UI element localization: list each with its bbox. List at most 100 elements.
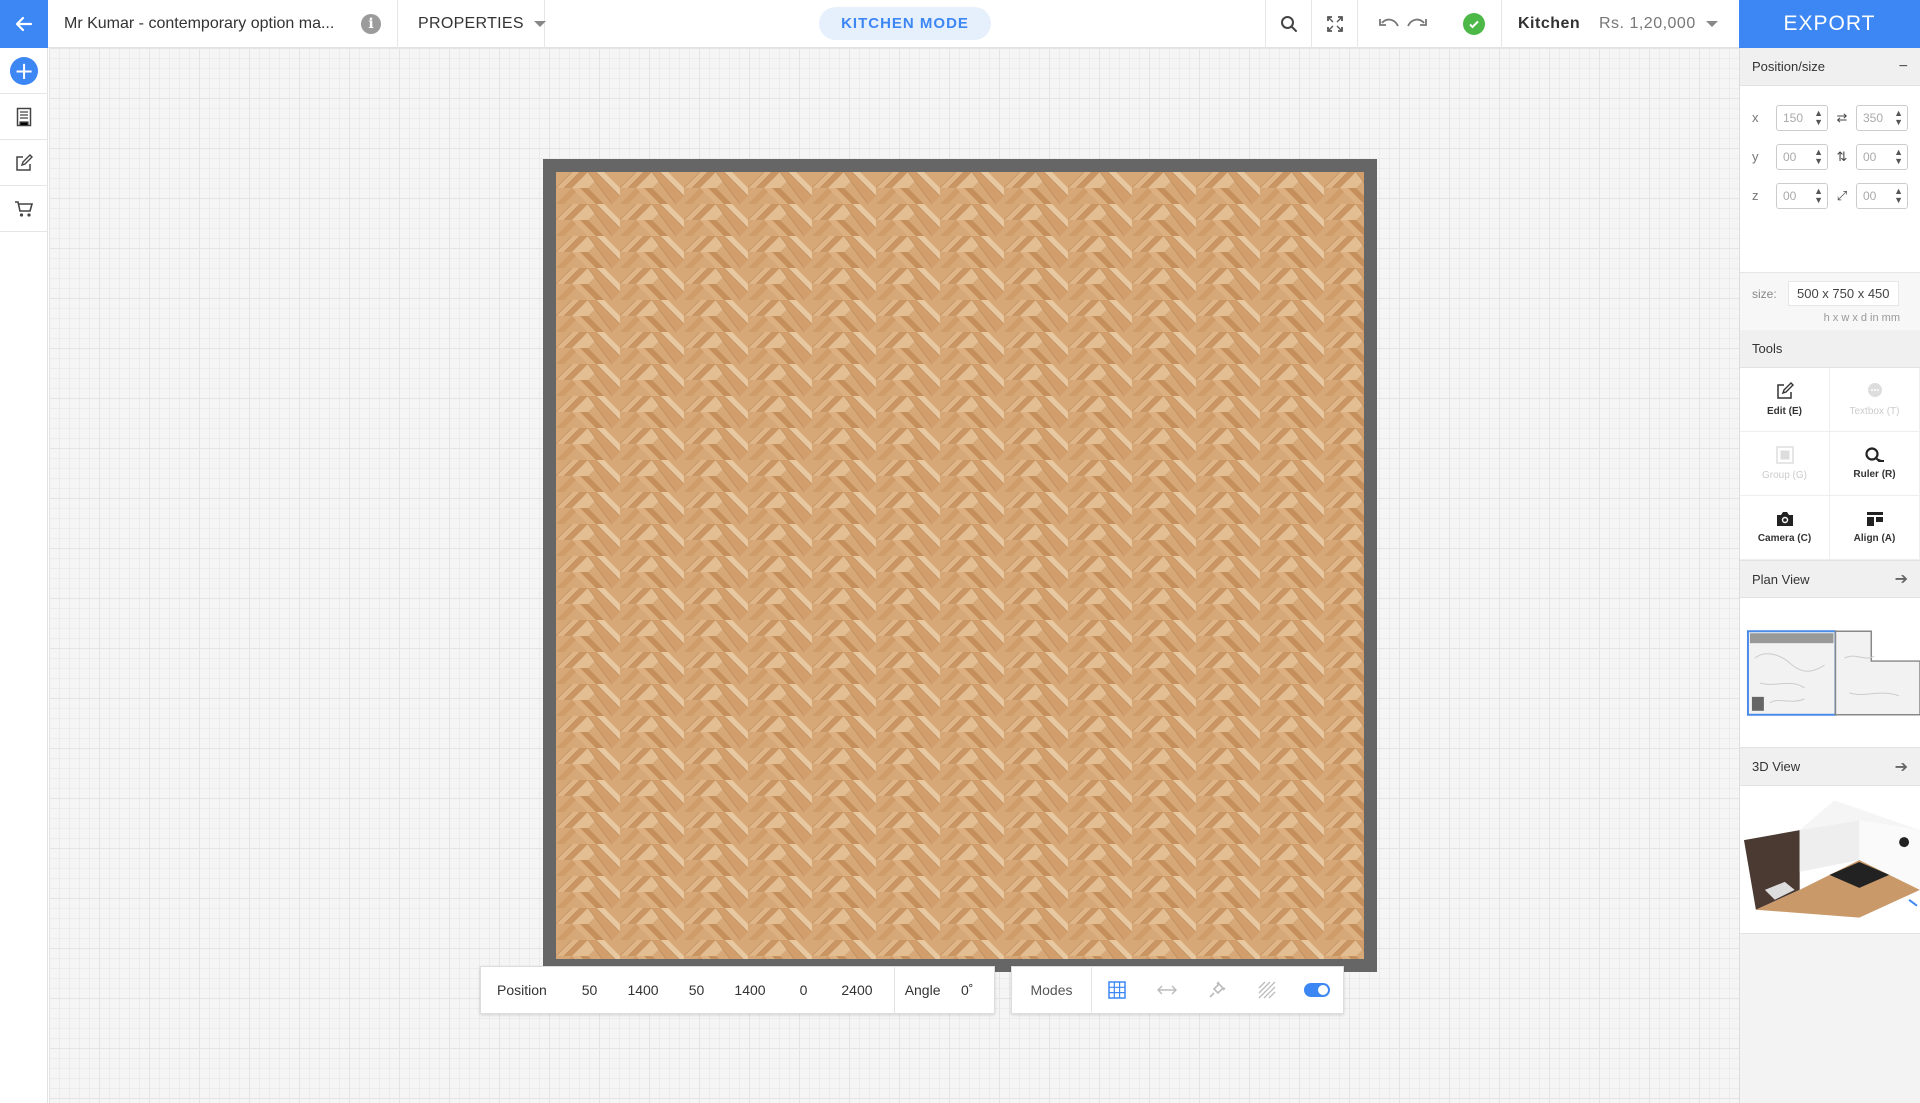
minus-icon[interactable]: −: [1899, 58, 1908, 76]
position-value[interactable]: 2400: [830, 982, 883, 998]
spinner-arrows-icon[interactable]: ▲ ▼: [1894, 108, 1903, 127]
spinner-value: 00: [1863, 188, 1877, 203]
plan-view-title: Plan View: [1752, 571, 1810, 587]
swap-vertical-icon: ⇅: [1836, 148, 1848, 164]
width-input[interactable]: 350 ▲ ▼: [1856, 104, 1908, 131]
position-toolbar: Position 50 1400 50 1400 0 2400 Angle 0˚: [480, 966, 995, 1014]
chevron-down-icon: [1705, 20, 1718, 27]
top-bar: Mr Kumar - contemporary option ma... i P…: [0, 0, 1920, 48]
cart-button[interactable]: [0, 186, 48, 232]
depth-input[interactable]: 00 ▲ ▼: [1856, 182, 1908, 209]
position-row-z: z 00 ▲ ▼ ⤢ 00 ▲ ▼: [1740, 176, 1920, 215]
height-input[interactable]: 00 ▲ ▼: [1856, 143, 1908, 170]
tools-header: Tools: [1740, 330, 1920, 368]
z-input[interactable]: 00 ▲ ▼: [1776, 182, 1828, 209]
size-value[interactable]: 500 x 750 x 450: [1788, 281, 1899, 306]
angle-label: Angle: [904, 982, 941, 998]
plan-view-thumbnail[interactable]: [1740, 598, 1920, 748]
edit-button[interactable]: [0, 140, 48, 186]
right-panel: Position/size − x 150 ▲ ▼ ⇄ 350 ▲ ▼ y 00 ▲ ▼ ⇅…: [1739, 48, 1920, 1103]
design-canvas[interactable]: [49, 48, 1739, 1103]
camera-tool-button[interactable]: Camera (C): [1740, 496, 1830, 560]
project-title[interactable]: Mr Kumar - contemporary option ma...: [64, 15, 361, 33]
edit-tool-button[interactable]: Edit (E): [1740, 368, 1830, 432]
size-panel: size: 500 x 750 x 450 h x w x d in mm: [1740, 272, 1920, 330]
info-icon[interactable]: i: [361, 13, 381, 34]
position-value[interactable]: 1400: [616, 982, 669, 998]
axis-label: z: [1752, 188, 1759, 203]
search-button[interactable]: [1265, 0, 1311, 48]
axis-label: x: [1752, 110, 1759, 125]
fullscreen-button[interactable]: [1311, 0, 1357, 48]
divider: [893, 966, 895, 1014]
dimension-mode-button[interactable]: [1142, 966, 1192, 1014]
position-value[interactable]: 50: [563, 982, 616, 998]
ruler-icon: [1864, 447, 1884, 462]
catalog-icon: [16, 107, 32, 126]
kitchen-mode-button[interactable]: KITCHEN MODE: [819, 7, 991, 40]
toggle-switch-icon: [1304, 983, 1330, 997]
chat-bubble-icon: [1867, 383, 1882, 397]
edit-icon: [1776, 382, 1794, 399]
position-row-x: x 150 ▲ ▼ ⇄ 350 ▲ ▼: [1740, 98, 1920, 137]
grid-mode-button[interactable]: [1092, 966, 1142, 1014]
project-title-area[interactable]: Mr Kumar - contemporary option ma... i: [48, 0, 398, 48]
add-button[interactable]: +: [0, 48, 48, 94]
size-unit: h x w x d in mm: [1823, 312, 1900, 324]
redo-icon[interactable]: [1406, 17, 1428, 31]
axis-label: y: [1752, 149, 1759, 164]
modes-label: Modes: [1012, 966, 1092, 1014]
catalog-button[interactable]: [0, 94, 48, 140]
tool-label: Textbox (T): [1849, 406, 1900, 417]
grid-icon: [1108, 981, 1126, 999]
arrow-right-icon[interactable]: ➔: [1895, 569, 1908, 589]
ruler-tool-button[interactable]: Ruler (R): [1830, 432, 1920, 496]
y-input[interactable]: 00 ▲ ▼: [1776, 143, 1828, 170]
position-row-y: y 00 ▲ ▼ ⇅ 00 ▲ ▼: [1740, 137, 1920, 176]
export-button[interactable]: EXPORT: [1739, 0, 1920, 48]
saved-status: [1447, 0, 1501, 48]
arrow-right-icon[interactable]: ➔: [1895, 757, 1908, 777]
position-size-header[interactable]: Position/size −: [1740, 48, 1920, 86]
fullscreen-icon: [1326, 15, 1343, 32]
plan-view-header[interactable]: Plan View ➔: [1740, 560, 1920, 598]
room-name[interactable]: Kitchen: [1501, 0, 1599, 48]
size-label: size:: [1752, 286, 1777, 301]
snap-mode-button[interactable]: [1192, 966, 1242, 1014]
3d-view-header[interactable]: 3D View ➔: [1740, 748, 1920, 786]
position-size-title: Position/size: [1752, 59, 1825, 74]
hatch-icon: [1258, 981, 1276, 999]
tool-label: Ruler (R): [1853, 469, 1896, 480]
textbox-tool-button[interactable]: Textbox (T): [1830, 368, 1920, 432]
hatch-mode-button[interactable]: [1242, 966, 1292, 1014]
undo-icon[interactable]: [1378, 17, 1400, 31]
position-value[interactable]: 0: [777, 982, 830, 998]
spinner-value: 150: [1783, 110, 1804, 125]
tool-label: Group (G): [1761, 470, 1807, 481]
properties-dropdown[interactable]: PROPERTIES: [398, 0, 546, 48]
back-button[interactable]: [0, 0, 48, 48]
group-icon: [1775, 446, 1794, 464]
price-value: Rs. 1,20,000: [1599, 14, 1696, 32]
search-icon: [1280, 15, 1297, 32]
herringbone-floor[interactable]: [556, 172, 1364, 959]
3d-view-thumbnail[interactable]: [1740, 786, 1920, 934]
spinner-arrows-icon[interactable]: ▲ ▼: [1894, 147, 1903, 166]
angle-value[interactable]: 0˚: [941, 982, 994, 998]
mode-toggle[interactable]: [1292, 966, 1342, 1014]
price-dropdown[interactable]: Rs. 1,20,000: [1599, 0, 1739, 48]
camera-icon: [1776, 512, 1793, 526]
x-input[interactable]: 150 ▲ ▼: [1776, 104, 1828, 131]
spinner-value: 00: [1783, 149, 1797, 164]
modes-toolbar: Modes: [1011, 966, 1344, 1014]
check-circle-icon: [1463, 12, 1485, 35]
spinner-arrows-icon[interactable]: ▲ ▼: [1814, 186, 1823, 205]
align-tool-button[interactable]: Align (A): [1830, 496, 1920, 560]
group-tool-button[interactable]: Group (G): [1740, 432, 1830, 496]
spinner-arrows-icon[interactable]: ▲ ▼: [1814, 108, 1823, 127]
spinner-arrows-icon[interactable]: ▲ ▼: [1814, 147, 1823, 166]
position-value[interactable]: 50: [670, 982, 723, 998]
position-value[interactable]: 1400: [723, 982, 776, 998]
room-walls[interactable]: [543, 159, 1377, 972]
spinner-arrows-icon[interactable]: ▲ ▼: [1894, 186, 1903, 205]
